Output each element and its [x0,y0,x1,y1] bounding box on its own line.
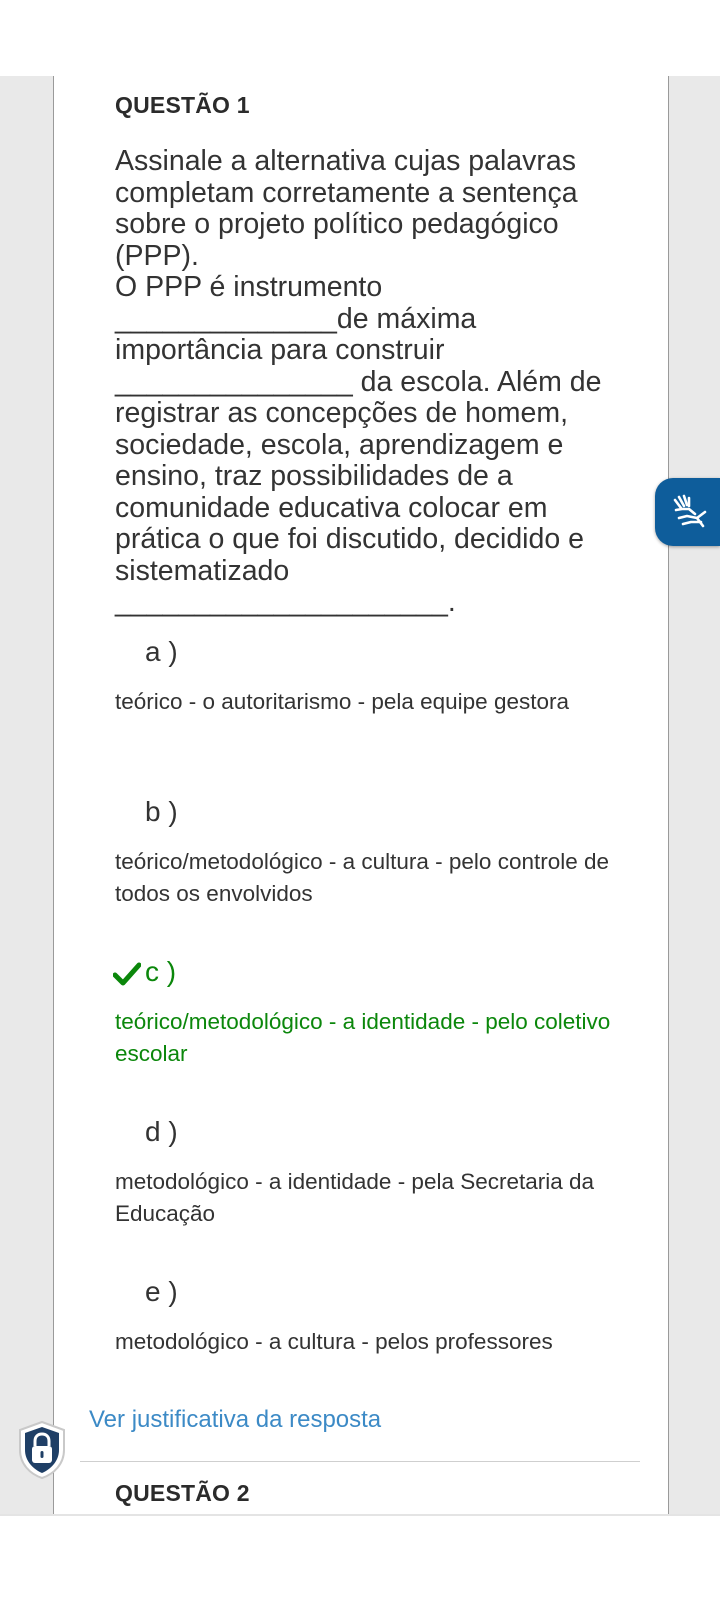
alternative-b-letter: b ) [145,796,178,827]
question-divider [80,1461,640,1462]
question-content-panel: QUESTÃO 1 Assinale a alternativa cujas p… [55,76,668,1514]
statement-line: _______________ da escola. Além de [115,365,602,398]
statement-line: sobre o projeto político pedagógico [115,208,559,240]
alternative-c-letter: c ) [145,956,177,987]
statement-line: sociedade, escola, aprendizagem e [115,428,564,461]
alternative-a-text: teórico - o autoritarismo - pela equipe … [115,689,569,714]
alternative-c[interactable]: c ) teórico/metodológico - a identidade … [55,956,668,1086]
statement-line: O PPP é instrumento [115,271,383,303]
alternative-e-letter: e ) [145,1276,178,1307]
left-gutter [0,76,54,1514]
statement-line: importância para construir [115,334,445,366]
alternative-a-letter: a ) [145,636,178,667]
statement-line: completam corretamente a sentença [115,176,578,209]
right-gutter [668,76,720,1514]
question-1-title: QUESTÃO 1 [115,92,250,118]
top-bar [0,0,720,76]
accessibility-button[interactable] [655,478,720,546]
statement-line: _____________________. [115,586,456,618]
statement-line: ______________de máxima [115,302,477,335]
statement-line: sistematizado [115,554,290,587]
statement-line: (PPP). [115,239,199,272]
statement-line: Assinale a alternativa cujas palavras [115,145,576,177]
sign-language-hands-icon [673,494,707,528]
alternative-a[interactable]: a ) teórico - o autoritarismo - pela equ… [55,636,668,766]
alternative-b-text: teórico/metodológico - a cultura - pelo … [115,849,610,906]
statement-line: ensino, traz possibilidades de a [115,460,513,492]
alternative-d-text: metodológico - a identidade - pela Secre… [115,1169,595,1226]
question-2-title: QUESTÃO 2 [115,1480,250,1506]
alternative-e-text: metodológico - a cultura - pelos profess… [115,1329,553,1354]
statement-line: comunidade educativa colocar em [115,491,548,524]
alternative-d-letter: d ) [145,1116,178,1147]
question-1-statement: Assinale a alternativa cujas palavras co… [115,145,615,619]
alternative-c-text: teórico/metodológico - a identidade - pe… [115,1009,611,1066]
view-justification-link[interactable]: Ver justificativa da resposta [89,1406,381,1434]
alternative-b[interactable]: b ) teórico/metodológico - a cultura - p… [55,796,668,926]
bottom-bar [0,1514,720,1600]
alternative-e[interactable]: e ) metodológico - a cultura - pelos pro… [55,1276,668,1376]
lock-shield-icon[interactable] [16,1420,68,1480]
statement-line: registrar as concepções de homem, [115,397,569,429]
alternative-d[interactable]: d ) metodológico - a identidade - pela S… [55,1116,668,1246]
statement-line: prática o que foi discutido, decidido e [115,523,584,555]
check-icon [113,962,141,986]
